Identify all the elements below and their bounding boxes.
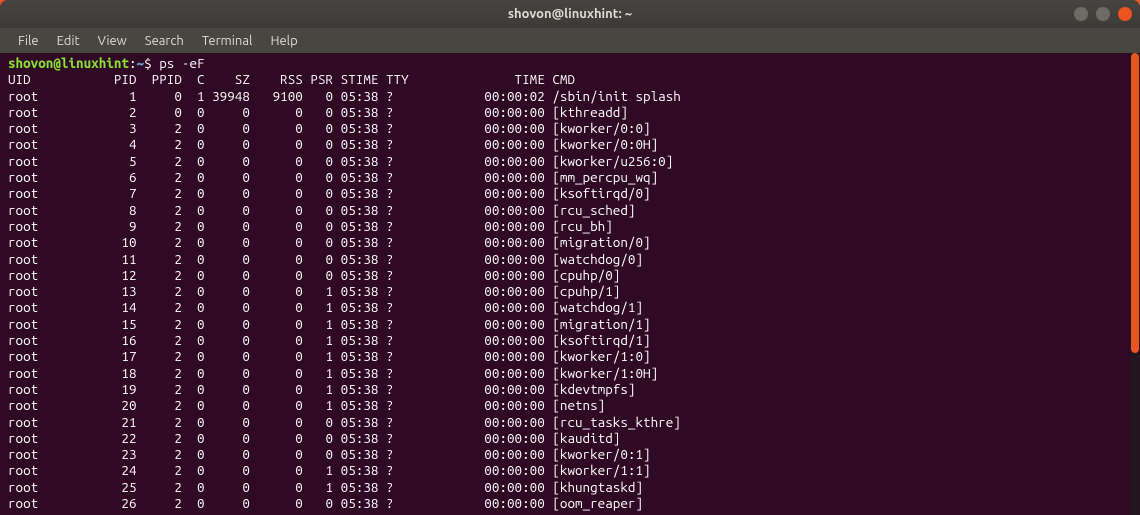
menubar: File Edit View Search Terminal Help [0,28,1140,53]
scrollbar-thumb[interactable] [1131,53,1139,353]
ps-row: root 19 2 0 0 0 1 05:38 ? 00:00:00 [kdev… [8,381,635,397]
ps-row: root 16 2 0 0 0 1 05:38 ? 00:00:00 [ksof… [8,332,651,348]
menu-terminal[interactable]: Terminal [194,31,261,51]
ps-row: root 24 2 0 0 0 1 05:38 ? 00:00:00 [kwor… [8,462,651,478]
ps-row: root 14 2 0 0 0 1 05:38 ? 00:00:00 [watc… [8,299,643,315]
ps-row: root 2 0 0 0 0 0 05:38 ? 00:00:00 [kthre… [8,104,628,120]
terminal-window: shovon@linuxhint: ~ File Edit View Searc… [0,0,1140,515]
ps-row: root 23 2 0 0 0 0 05:38 ? 00:00:00 [kwor… [8,446,651,462]
terminal-output[interactable]: shovon@linuxhint:~$ ps -eF UID PID PPID … [0,53,1140,515]
ps-row: root 15 2 0 0 0 1 05:38 ? 00:00:00 [migr… [8,316,651,332]
menu-file[interactable]: File [10,31,47,51]
scrollbar-track[interactable] [1130,53,1140,515]
ps-row: root 18 2 0 0 0 1 05:38 ? 00:00:00 [kwor… [8,365,658,381]
ps-row: root 1 0 1 39948 9100 0 05:38 ? 00:00:02… [8,88,681,104]
minimize-button[interactable] [1074,7,1088,21]
ps-row: root 8 2 0 0 0 0 05:38 ? 00:00:00 [rcu_s… [8,202,635,218]
menu-search[interactable]: Search [137,31,192,51]
close-button[interactable] [1118,7,1132,21]
ps-row: root 20 2 0 0 0 1 05:38 ? 00:00:00 [netn… [8,397,605,413]
ps-row: root 5 2 0 0 0 0 05:38 ? 00:00:00 [kwork… [8,153,673,169]
ps-row: root 6 2 0 0 0 0 05:38 ? 00:00:00 [mm_pe… [8,169,658,185]
ps-row: root 10 2 0 0 0 0 05:38 ? 00:00:00 [migr… [8,234,651,250]
window-title: shovon@linuxhint: ~ [508,7,632,21]
prompt-command: ps -eF [159,55,204,71]
prompt-user-host: shovon@linuxhint [8,55,129,71]
ps-row: root 25 2 0 0 0 1 05:38 ? 00:00:00 [khun… [8,479,643,495]
titlebar[interactable]: shovon@linuxhint: ~ [0,0,1140,28]
ps-row: root 11 2 0 0 0 0 05:38 ? 00:00:00 [watc… [8,251,643,267]
prompt-dollar: $ [144,55,159,71]
ps-row: root 17 2 0 0 0 1 05:38 ? 00:00:00 [kwor… [8,348,651,364]
menu-edit[interactable]: Edit [49,31,88,51]
ps-row: root 22 2 0 0 0 0 05:38 ? 00:00:00 [kaud… [8,430,620,446]
menu-help[interactable]: Help [262,31,305,51]
prompt-colon: : [129,55,137,71]
ps-row: root 21 2 0 0 0 0 05:38 ? 00:00:00 [rcu_… [8,414,681,430]
ps-row: root 26 2 0 0 0 0 05:38 ? 00:00:00 [oom_… [8,495,643,511]
ps-row: root 7 2 0 0 0 0 05:38 ? 00:00:00 [ksoft… [8,185,651,201]
menu-view[interactable]: View [90,31,135,51]
window-controls [1074,7,1132,21]
ps-header: UID PID PPID C SZ RSS PSR STIME TTY TIME… [8,71,575,87]
ps-row: root 3 2 0 0 0 0 05:38 ? 00:00:00 [kwork… [8,120,651,136]
ps-row: root 13 2 0 0 0 1 05:38 ? 00:00:00 [cpuh… [8,283,620,299]
ps-row: root 4 2 0 0 0 0 05:38 ? 00:00:00 [kwork… [8,136,658,152]
maximize-button[interactable] [1096,7,1110,21]
prompt-path: ~ [137,55,145,71]
ps-row: root 9 2 0 0 0 0 05:38 ? 00:00:00 [rcu_b… [8,218,613,234]
ps-row: root 12 2 0 0 0 0 05:38 ? 00:00:00 [cpuh… [8,267,620,283]
